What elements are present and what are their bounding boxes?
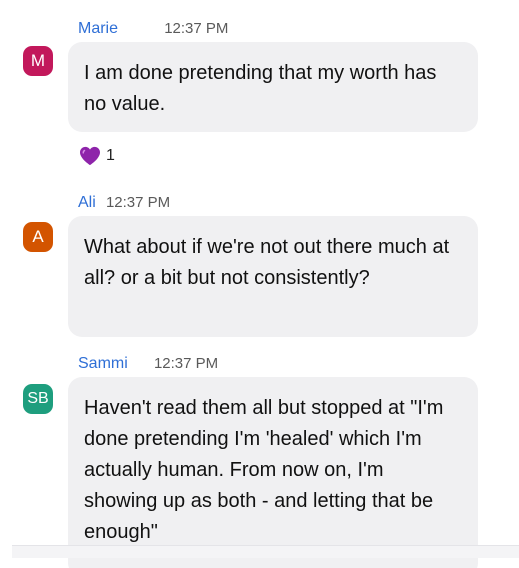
message-bubble[interactable]: Haven't read them all but stopped at "I'… [68,377,478,568]
avatar-initials: SB [27,390,49,407]
avatar-initials: A [32,227,44,246]
sender-name[interactable]: Ali [78,194,96,211]
message-time: 12:37 PM [164,20,229,37]
message-header: Ali 12:37 PM [78,194,170,212]
reaction-count: 1 [106,147,115,164]
sender-name[interactable]: Sammi [78,355,128,372]
message-bubble[interactable]: What about if we're not out there much a… [68,216,478,337]
sender-name[interactable]: Marie [78,20,118,37]
avatar[interactable]: SB [23,384,53,414]
message-text: I am done pretending that my worth has n… [84,62,437,115]
avatar[interactable]: M [23,46,53,76]
message-text: What about if we're not out there much a… [84,236,450,289]
reaction-badge[interactable]: 1 [78,146,115,166]
message-bubble[interactable]: I am done pretending that my worth has n… [68,42,478,132]
chat-thread: Marie 12:37 PM M I am done pretending th… [0,0,519,568]
message-time: 12:37 PM [153,355,219,372]
message-header: Sammi 12:37 PM [78,355,218,373]
avatar-initials: M [30,51,46,70]
composer-divider [12,545,519,558]
message-text: Haven't read them all but stopped at "I'… [84,397,444,543]
message-time: 12:37 PM [105,194,171,211]
purple-heart-icon [80,146,100,166]
avatar[interactable]: A [23,222,53,252]
message-header: Marie 12:37 PM [78,20,228,38]
